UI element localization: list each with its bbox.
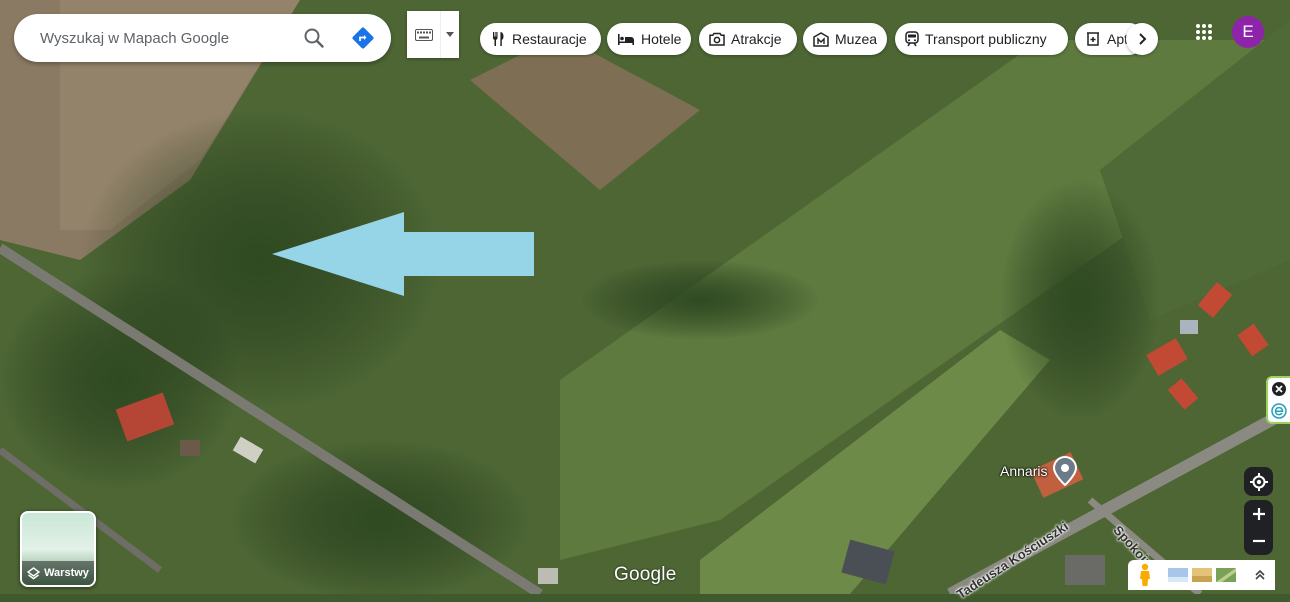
zoom-controls (1244, 500, 1273, 555)
chip-label: Atrakcje (731, 31, 782, 47)
plus-icon (1252, 508, 1265, 520)
place-pin-icon[interactable] (1052, 455, 1078, 491)
restaurant-icon (493, 32, 504, 46)
chip-public-transport[interactable]: Transport publiczny (895, 23, 1068, 55)
museum-icon (813, 31, 829, 47)
zoom-in-button[interactable] (1244, 501, 1273, 528)
my-location-icon (1249, 472, 1268, 491)
chip-attractions[interactable]: Atrakcje (699, 23, 797, 55)
chip-label: Transport publiczny (925, 31, 1047, 47)
layers-label-bar: Warstwy (22, 561, 94, 585)
search-input[interactable] (38, 28, 292, 48)
input-tools (407, 11, 459, 58)
bottom-toolbar (1128, 560, 1275, 590)
chip-museums[interactable]: Muzea (803, 23, 887, 55)
zoom-out-button[interactable] (1244, 528, 1273, 555)
chip-restaurants[interactable]: Restauracje (480, 23, 601, 55)
google-logo: Google (614, 564, 677, 585)
keyboard-icon[interactable] (407, 11, 442, 58)
chip-hotels[interactable]: Hotele (607, 23, 691, 55)
my-location-button[interactable] (1244, 467, 1273, 496)
imagery-thumbnail-2[interactable] (1192, 568, 1212, 582)
chevron-right-icon[interactable] (1126, 23, 1158, 55)
chip-label: Restauracje (512, 31, 587, 47)
hotel-icon (618, 34, 634, 45)
chevron-up-icon[interactable] (1254, 569, 1266, 581)
imagery-thumbnail-3[interactable] (1216, 568, 1236, 582)
search-icon[interactable] (302, 26, 326, 50)
chip-label: Hotele (641, 31, 682, 47)
account-avatar[interactable]: E (1232, 16, 1264, 48)
layers-button[interactable]: Warstwy (20, 511, 96, 587)
layers-label: Warstwy (44, 567, 89, 579)
chip-label: Muzea (835, 31, 878, 47)
extension-e-icon[interactable] (1271, 403, 1287, 419)
layers-icon (27, 566, 41, 579)
directions-icon[interactable] (351, 26, 375, 50)
camera-icon (709, 32, 725, 46)
transit-icon (905, 31, 919, 47)
search-box (14, 14, 391, 62)
satellite-map[interactable] (0, 0, 1290, 594)
extension-badge[interactable] (1266, 376, 1290, 424)
pegman-icon[interactable] (1136, 563, 1154, 587)
imagery-thumbnail-1[interactable] (1168, 568, 1188, 582)
caret-down-icon[interactable] (441, 11, 459, 58)
apps-grid-icon[interactable] (1192, 20, 1216, 44)
minus-icon (1252, 539, 1265, 543)
close-circle-icon[interactable] (1271, 381, 1287, 397)
place-label[interactable]: Annaris (1000, 463, 1047, 479)
pharmacy-icon (1087, 32, 1099, 46)
